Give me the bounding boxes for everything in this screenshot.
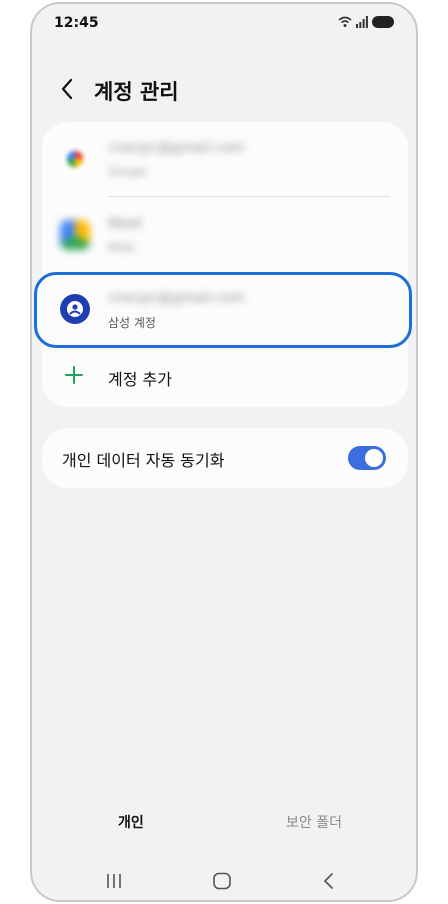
- page-title: 계정 관리: [94, 80, 179, 104]
- header: 계정 관리: [32, 66, 416, 112]
- status-icons: [338, 16, 394, 28]
- auto-sync-toggle[interactable]: [348, 446, 386, 470]
- home-icon[interactable]: [212, 872, 232, 890]
- signal-icon: [356, 16, 368, 28]
- tab-secure-folder[interactable]: 보안 폴더: [286, 812, 342, 832]
- add-account-label: 계정 추가: [108, 370, 172, 389]
- account-email: cnecpc@gmail.com: [108, 140, 245, 156]
- plus-icon: [65, 366, 83, 384]
- status-time: 12:45: [54, 15, 99, 31]
- account-type: 삼성 계정: [108, 316, 156, 330]
- status-bar: 12:45: [32, 4, 416, 44]
- divider: [108, 196, 390, 197]
- samsung-account-icon: [60, 294, 90, 324]
- account-row-meet[interactable]: Meet Meet: [42, 198, 408, 272]
- phone-frame: 12:45 계정 관리 cnecpc@gmail.com Google Meet…: [30, 2, 418, 902]
- account-row-google[interactable]: cnecpc@gmail.com Google: [42, 122, 408, 197]
- account-type: Meet: [108, 241, 136, 254]
- recents-icon[interactable]: [104, 872, 124, 890]
- drive-icon: [60, 220, 90, 250]
- sync-label: 개인 데이터 자동 동기화: [62, 451, 225, 470]
- sync-card: 개인 데이터 자동 동기화: [42, 428, 408, 488]
- chevron-left-icon: [61, 78, 73, 100]
- toggle-knob: [365, 449, 383, 467]
- wifi-icon: [338, 16, 352, 27]
- add-account-button[interactable]: 계정 추가: [42, 344, 408, 406]
- navigation-bar: [32, 864, 416, 898]
- account-row-samsung[interactable]: cnecpc@gmail.com 삼성 계정: [42, 272, 408, 346]
- account-email: Meet: [108, 216, 143, 232]
- google-icon: [66, 150, 84, 168]
- account-type: Google: [108, 165, 147, 178]
- tab-personal[interactable]: 개인: [118, 812, 144, 832]
- back-button[interactable]: [52, 74, 82, 104]
- account-email: cnecpc@gmail.com: [108, 290, 245, 306]
- back-icon[interactable]: [322, 872, 336, 890]
- accounts-card: cnecpc@gmail.com Google Meet Meet cnecpc…: [34, 122, 412, 407]
- battery-icon: [372, 16, 394, 28]
